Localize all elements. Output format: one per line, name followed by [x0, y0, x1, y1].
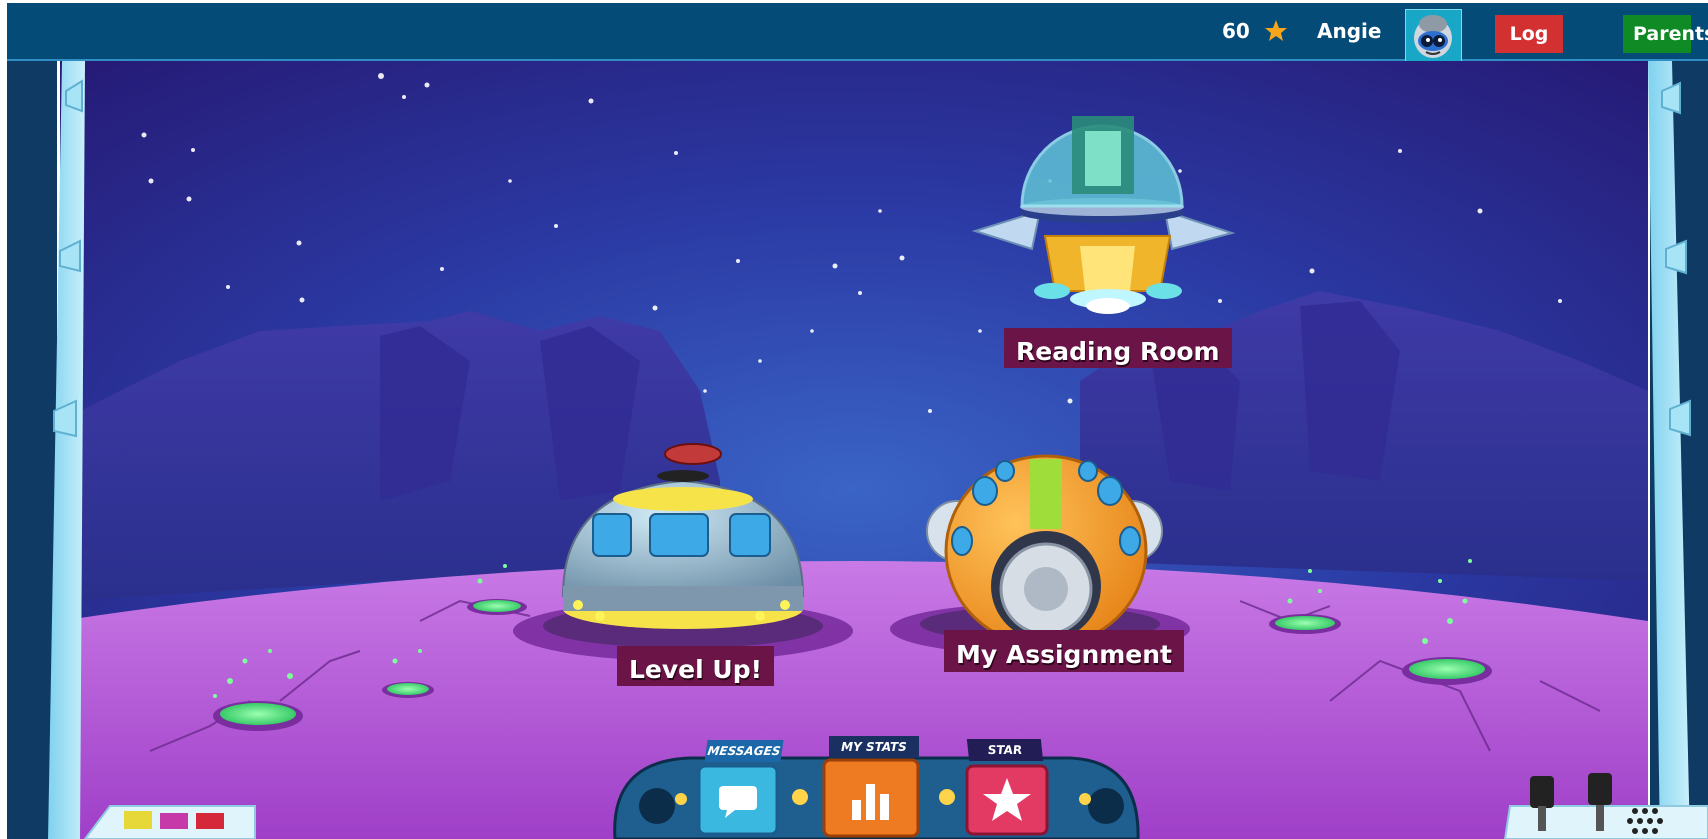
messages-button[interactable]	[697, 764, 779, 836]
chat-bubble-icon	[697, 764, 779, 836]
level-up-label[interactable]: Level Up!	[617, 646, 775, 686]
logout-button[interactable]: Log Out	[1495, 15, 1563, 83]
top-bar: 60 Angie Log Out Parents	[7, 3, 1708, 83]
star-zone-tab-label: STAR ZONE	[966, 739, 1044, 779]
space-scene: Reading Room Level Up! My Assignment MES…	[0, 61, 1708, 839]
avatar[interactable]	[1405, 9, 1462, 62]
scene-background	[7, 61, 1708, 839]
bar-chart-icon	[822, 758, 920, 838]
messages-tab-label: MESSAGES	[704, 740, 784, 762]
app-root: 60 Angie Log Out Parents	[0, 0, 1708, 839]
parents-button[interactable]: Parents	[1623, 15, 1708, 53]
star-count: 60	[1222, 19, 1250, 43]
my-assignment-label[interactable]: My Assignment	[944, 630, 1185, 672]
my-stats-button[interactable]	[822, 758, 920, 838]
reading-room-label[interactable]: Reading Room	[1004, 328, 1232, 368]
robot-avatar-icon	[1414, 15, 1452, 58]
star-icon	[965, 764, 1049, 836]
star-zone-button[interactable]	[965, 764, 1049, 836]
star-icon	[1265, 20, 1287, 41]
control-panel-left	[83, 805, 256, 839]
username: Angie	[1317, 19, 1382, 43]
my-stats-tab-label: MY STATS	[829, 736, 919, 758]
